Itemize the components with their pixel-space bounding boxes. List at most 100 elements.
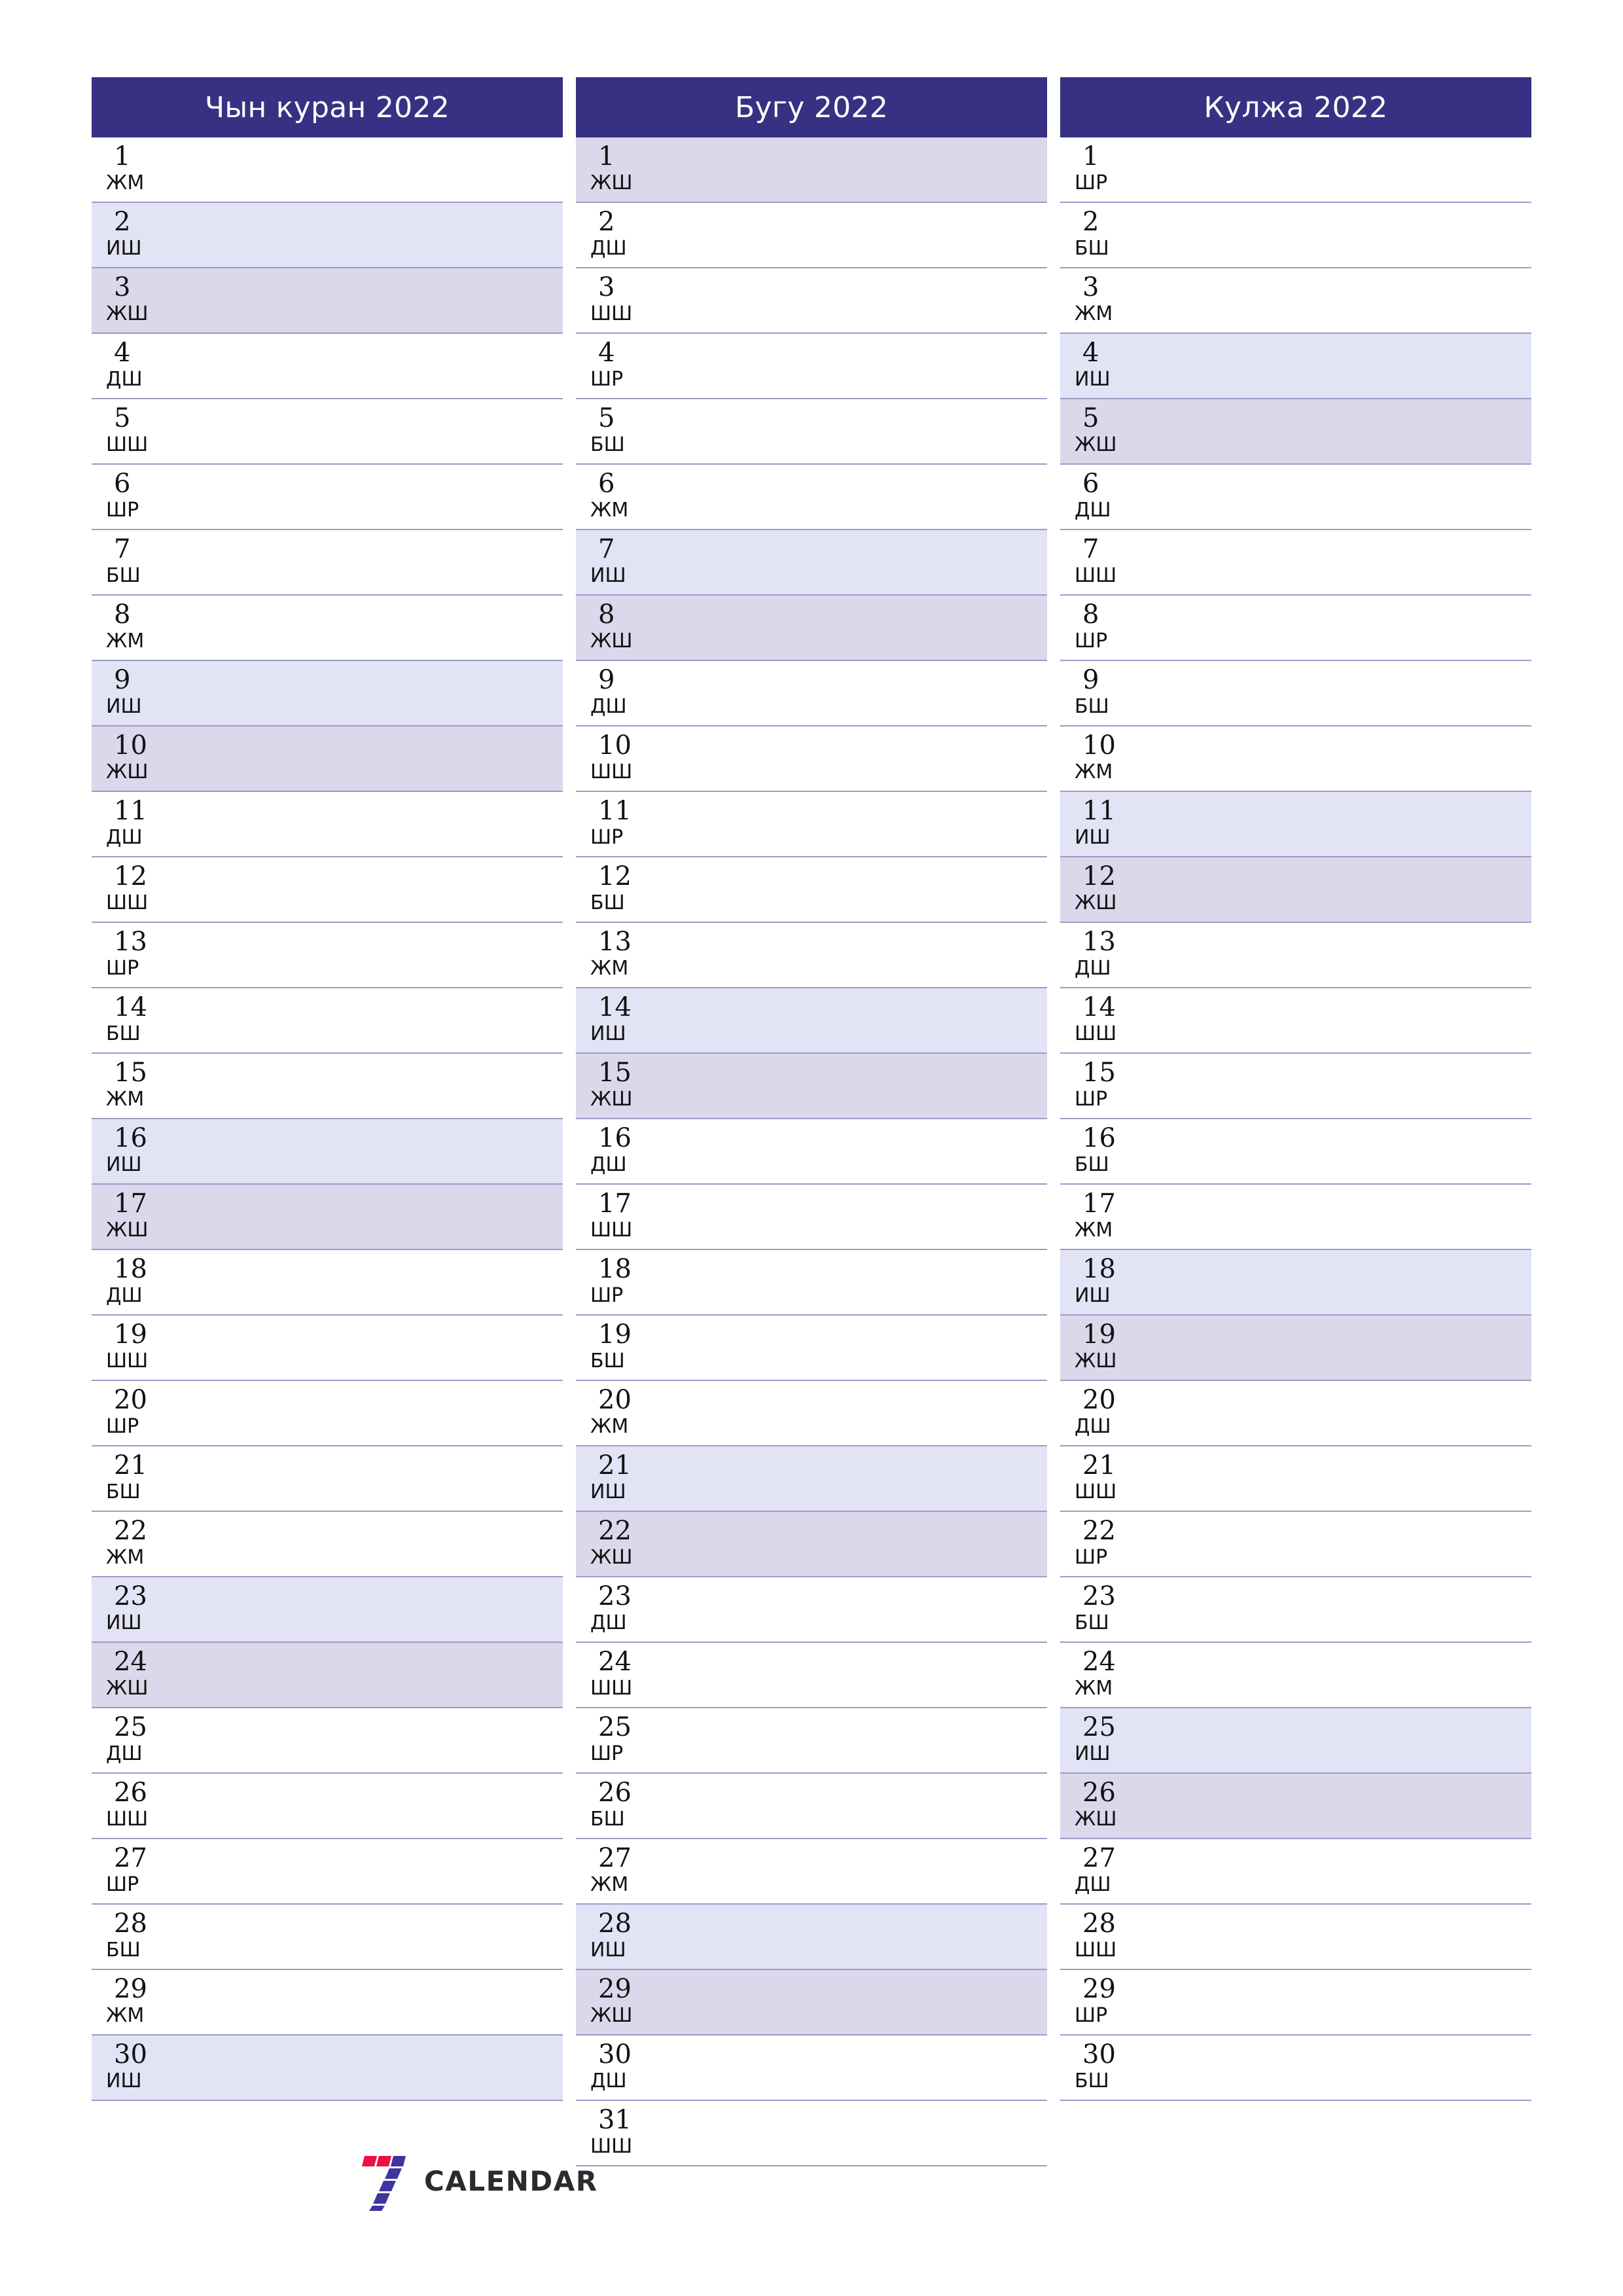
day-row[interactable]: 24 ЖМ <box>1060 1643 1531 1708</box>
day-row[interactable]: 20 ЖМ <box>576 1381 1047 1446</box>
day-row[interactable]: 8 ЖМ <box>92 596 563 661</box>
day-row[interactable]: 6 ДШ <box>1060 465 1531 530</box>
day-row[interactable]: 22 ЖМ <box>92 1512 563 1577</box>
day-row[interactable]: 10 ЖМ <box>1060 726 1531 792</box>
day-row[interactable]: 14 БШ <box>92 988 563 1054</box>
day-number: 9 <box>598 665 615 695</box>
day-row[interactable]: 18 ДШ <box>92 1250 563 1316</box>
day-row[interactable]: 19 БШ <box>576 1316 1047 1381</box>
day-row[interactable]: 4 ДШ <box>92 334 563 399</box>
day-row[interactable]: 3 ШШ <box>576 268 1047 334</box>
day-row[interactable]: 29 ЖШ <box>576 1970 1047 2036</box>
day-row[interactable]: 1 ЖМ <box>92 137 563 203</box>
day-row[interactable]: 7 ИШ <box>576 530 1047 596</box>
day-weekday: ИШ <box>1075 826 1111 849</box>
day-row[interactable]: 21 ШШ <box>1060 1446 1531 1512</box>
day-row[interactable]: 8 ЖШ <box>576 596 1047 661</box>
day-row[interactable]: 16 ИШ <box>92 1119 563 1185</box>
day-row[interactable]: 15 ЖМ <box>92 1054 563 1119</box>
day-row[interactable]: 13 ШР <box>92 923 563 988</box>
day-row[interactable]: 20 ДШ <box>1060 1381 1531 1446</box>
day-row[interactable]: 18 ИШ <box>1060 1250 1531 1316</box>
day-row[interactable]: 4 ИШ <box>1060 334 1531 399</box>
day-row[interactable]: 9 ИШ <box>92 661 563 726</box>
day-row[interactable]: 14 ШШ <box>1060 988 1531 1054</box>
day-row[interactable]: 26 ЖШ <box>1060 1774 1531 1839</box>
day-row[interactable]: 9 БШ <box>1060 661 1531 726</box>
day-row[interactable]: 27 ЖМ <box>576 1839 1047 1905</box>
day-row[interactable]: 14 ИШ <box>576 988 1047 1054</box>
day-row[interactable]: 29 ЖМ <box>92 1970 563 2036</box>
day-row[interactable]: 17 ЖМ <box>1060 1185 1531 1250</box>
day-row[interactable]: 20 ШР <box>92 1381 563 1446</box>
day-row[interactable]: 23 ДШ <box>576 1577 1047 1643</box>
seven-logo-mark <box>353 2151 414 2211</box>
day-row[interactable]: 25 ДШ <box>92 1708 563 1774</box>
day-row[interactable]: 11 ШР <box>576 792 1047 857</box>
day-row[interactable]: 24 ЖШ <box>92 1643 563 1708</box>
day-row[interactable]: 30 ДШ <box>576 2036 1047 2101</box>
day-row[interactable]: 28 ШШ <box>1060 1905 1531 1970</box>
day-row[interactable]: 16 ДШ <box>576 1119 1047 1185</box>
day-row[interactable]: 6 ШР <box>92 465 563 530</box>
day-row[interactable]: 7 БШ <box>92 530 563 596</box>
day-row[interactable]: 2 ДШ <box>576 203 1047 268</box>
day-number: 28 <box>1082 1909 1116 1939</box>
day-row[interactable]: 12 ЖШ <box>1060 857 1531 923</box>
day-row[interactable]: 10 ШШ <box>576 726 1047 792</box>
day-row[interactable]: 18 ШР <box>576 1250 1047 1316</box>
day-row[interactable]: 19 ШШ <box>92 1316 563 1381</box>
day-row[interactable]: 1 ЖШ <box>576 137 1047 203</box>
day-row[interactable]: 5 БШ <box>576 399 1047 465</box>
day-row[interactable]: 8 ШР <box>1060 596 1531 661</box>
day-row[interactable]: 30 ИШ <box>92 2036 563 2101</box>
day-row[interactable]: 26 ШШ <box>92 1774 563 1839</box>
day-weekday: ШР <box>1075 1546 1108 1569</box>
day-row[interactable]: 19 ЖШ <box>1060 1316 1531 1381</box>
day-row[interactable]: 12 ШШ <box>92 857 563 923</box>
day-row[interactable]: 21 ИШ <box>576 1446 1047 1512</box>
day-row[interactable]: 17 ЖШ <box>92 1185 563 1250</box>
day-weekday: ШШ <box>106 433 149 456</box>
day-row[interactable]: 10 ЖШ <box>92 726 563 792</box>
day-row[interactable]: 29 ШР <box>1060 1970 1531 2036</box>
day-row[interactable]: 27 ШР <box>92 1839 563 1905</box>
day-row[interactable]: 27 ДШ <box>1060 1839 1531 1905</box>
day-row[interactable]: 2 ИШ <box>92 203 563 268</box>
day-row[interactable]: 2 БШ <box>1060 203 1531 268</box>
day-row[interactable]: 24 ШШ <box>576 1643 1047 1708</box>
day-row[interactable]: 13 ДШ <box>1060 923 1531 988</box>
day-row[interactable]: 6 ЖМ <box>576 465 1047 530</box>
day-row[interactable]: 11 ИШ <box>1060 792 1531 857</box>
day-row[interactable]: 11 ДШ <box>92 792 563 857</box>
day-weekday: БШ <box>1075 1153 1109 1176</box>
day-row[interactable]: 25 ШР <box>576 1708 1047 1774</box>
day-row[interactable]: 31 ШШ <box>576 2101 1047 2166</box>
day-row[interactable]: 9 ДШ <box>576 661 1047 726</box>
day-row[interactable]: 22 ШР <box>1060 1512 1531 1577</box>
day-row[interactable]: 1 ШР <box>1060 137 1531 203</box>
seven-calendar-logo[interactable]: CALENDAR <box>353 2148 597 2214</box>
day-number: 28 <box>598 1909 632 1939</box>
day-row[interactable]: 7 ШШ <box>1060 530 1531 596</box>
day-row[interactable]: 16 БШ <box>1060 1119 1531 1185</box>
day-row[interactable]: 3 ЖШ <box>92 268 563 334</box>
day-row[interactable]: 4 ШР <box>576 334 1047 399</box>
day-row[interactable]: 23 БШ <box>1060 1577 1531 1643</box>
day-row[interactable]: 17 ШШ <box>576 1185 1047 1250</box>
day-row[interactable]: 15 ЖШ <box>576 1054 1047 1119</box>
day-row[interactable]: 13 ЖМ <box>576 923 1047 988</box>
day-row[interactable]: 12 БШ <box>576 857 1047 923</box>
day-row[interactable]: 22 ЖШ <box>576 1512 1047 1577</box>
day-row[interactable]: 28 БШ <box>92 1905 563 1970</box>
day-row[interactable]: 23 ИШ <box>92 1577 563 1643</box>
day-row[interactable]: 5 ШШ <box>92 399 563 465</box>
day-row[interactable]: 5 ЖШ <box>1060 399 1531 465</box>
day-row[interactable]: 15 ШР <box>1060 1054 1531 1119</box>
day-row[interactable]: 26 БШ <box>576 1774 1047 1839</box>
day-row[interactable]: 3 ЖМ <box>1060 268 1531 334</box>
day-row[interactable]: 28 ИШ <box>576 1905 1047 1970</box>
day-row[interactable]: 30 БШ <box>1060 2036 1531 2101</box>
day-row[interactable]: 21 БШ <box>92 1446 563 1512</box>
day-row[interactable]: 25 ИШ <box>1060 1708 1531 1774</box>
